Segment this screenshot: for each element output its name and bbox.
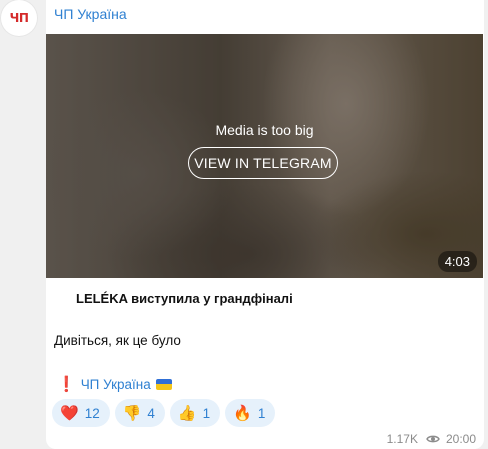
thumbs-up-icon: 👍: [177, 404, 197, 422]
reaction-count: 1: [257, 405, 266, 421]
fire-icon: 🔥: [233, 404, 252, 422]
eye-icon: [426, 435, 440, 443]
channel-avatar[interactable]: ЧП: [1, 0, 37, 36]
reaction-fire[interactable]: 🔥 1: [225, 399, 276, 427]
thumbs-down-icon: 👎: [122, 404, 142, 422]
reactions-bar: ❤️ 12 👎 4 👍 1 🔥 1: [52, 399, 276, 427]
reaction-count: 4: [147, 405, 155, 421]
reaction-thumbs-up[interactable]: 👍 1: [169, 399, 221, 427]
channel-name-link[interactable]: ЧП Україна: [54, 6, 127, 22]
reaction-thumbs-down[interactable]: 👎 4: [114, 399, 165, 427]
post-headline: LELÉKA виступила у грандфіналі: [76, 291, 293, 306]
media-too-big-label: Media is too big: [215, 122, 314, 138]
view-in-telegram-button[interactable]: VIEW IN TELEGRAM: [188, 147, 338, 179]
reaction-count: 12: [84, 405, 100, 421]
message-meta: 1.17K 20:00: [387, 432, 476, 446]
reaction-heart[interactable]: ❤️ 12: [52, 399, 110, 427]
video-duration-badge: 4:03: [437, 251, 477, 272]
post-body-text: Дивіться, як це було: [54, 333, 181, 348]
telegram-post: ЧП ЧП Україна Media is too big VIEW IN T…: [0, 0, 488, 449]
media-preview[interactable]: Media is too big VIEW IN TELEGRAM 4:03: [46, 34, 483, 278]
view-count: 1.17K: [386, 432, 418, 446]
heart-icon: ❤️: [60, 404, 79, 422]
signature-link[interactable]: ЧП Україна: [81, 377, 151, 392]
reaction-count: 1: [202, 405, 211, 421]
scrollbar-track[interactable]: [484, 0, 488, 449]
channel-avatar-label: ЧП: [9, 11, 29, 25]
message-time: 20:00: [445, 432, 476, 446]
ukraine-flag-icon: [155, 378, 172, 390]
exclamation-icon: ❗: [57, 376, 76, 393]
post-signature: ❗ ЧП Україна: [54, 375, 172, 393]
